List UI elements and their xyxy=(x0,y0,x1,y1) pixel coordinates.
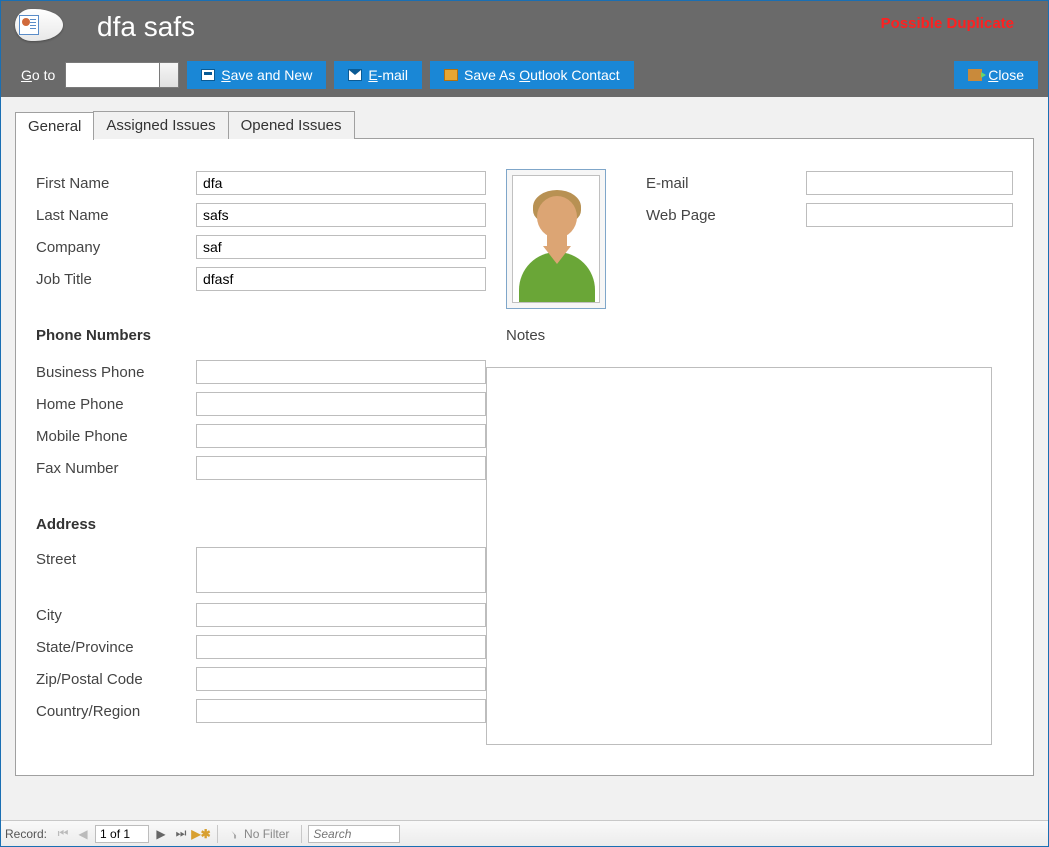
home-phone-label: Home Phone xyxy=(36,396,196,413)
contact-photo[interactable] xyxy=(506,169,606,309)
webpage-label: Web Page xyxy=(646,207,806,224)
outlook-icon xyxy=(444,69,458,81)
last-record-button[interactable]: ⏭ xyxy=(172,825,190,843)
email-button[interactable]: E-mail xyxy=(334,61,422,89)
street-field[interactable] xyxy=(196,547,486,593)
save-and-new-button[interactable]: Save and New xyxy=(187,61,326,89)
mobile-phone-field[interactable] xyxy=(196,424,486,448)
last-name-field[interactable] xyxy=(196,203,486,227)
state-field[interactable] xyxy=(196,635,486,659)
country-field[interactable] xyxy=(196,699,486,723)
tab-opened-issues[interactable]: Opened Issues xyxy=(228,111,355,139)
fax-label: Fax Number xyxy=(36,460,196,477)
business-phone-field[interactable] xyxy=(196,360,486,384)
general-panel: First Name Last Name Company Job Title P… xyxy=(15,138,1034,776)
street-label: Street xyxy=(36,547,196,568)
first-record-button[interactable]: ⏮ xyxy=(54,825,72,843)
contact-card-icon xyxy=(15,9,63,41)
city-label: City xyxy=(36,607,196,624)
chevron-down-icon xyxy=(165,72,173,77)
duplicate-warning: Possible Duplicate xyxy=(881,15,1014,32)
next-record-button[interactable]: ▶ xyxy=(152,825,170,843)
save-icon xyxy=(201,69,215,81)
email-field[interactable] xyxy=(806,171,1013,195)
notes-label: Notes xyxy=(506,327,545,344)
close-button[interactable]: Close xyxy=(954,61,1038,89)
state-label: State/Province xyxy=(36,639,196,656)
record-navigator: Record: ⏮ ◀ ▶ ⏭ ▶✱ No Filter xyxy=(1,820,1048,846)
tab-strip: General Assigned Issues Opened Issues xyxy=(15,111,1034,139)
fax-field[interactable] xyxy=(196,456,486,480)
phone-section-heading: Phone Numbers xyxy=(36,327,486,344)
new-record-button[interactable]: ▶✱ xyxy=(192,825,210,843)
city-field[interactable] xyxy=(196,603,486,627)
toolbar: Go to Save and New E-mail Save As Outloo… xyxy=(21,61,1038,89)
notes-field[interactable] xyxy=(486,367,992,745)
job-title-field[interactable] xyxy=(196,267,486,291)
page-title: dfa safs xyxy=(97,11,195,43)
goto-label: Go to xyxy=(21,67,55,83)
address-section-heading: Address xyxy=(36,516,486,533)
goto-select[interactable] xyxy=(65,62,179,88)
first-name-field[interactable] xyxy=(196,171,486,195)
email-label: E-mail xyxy=(646,175,806,192)
previous-record-button[interactable]: ◀ xyxy=(74,825,92,843)
zip-field[interactable] xyxy=(196,667,486,691)
webpage-field[interactable] xyxy=(806,203,1013,227)
business-phone-label: Business Phone xyxy=(36,364,196,381)
tab-general[interactable]: General xyxy=(15,112,94,140)
home-phone-field[interactable] xyxy=(196,392,486,416)
funnel-icon xyxy=(230,829,240,839)
content-area: General Assigned Issues Opened Issues Fi… xyxy=(1,97,1048,820)
tab-assigned-issues[interactable]: Assigned Issues xyxy=(93,111,228,139)
mobile-phone-label: Mobile Phone xyxy=(36,428,196,445)
first-name-label: First Name xyxy=(36,175,196,192)
close-door-icon xyxy=(968,69,982,81)
record-search-field[interactable] xyxy=(308,825,400,843)
no-filter-button[interactable]: No Filter xyxy=(224,827,295,841)
record-number-field[interactable] xyxy=(95,825,149,843)
job-title-label: Job Title xyxy=(36,271,196,288)
save-as-outlook-button[interactable]: Save As Outlook Contact xyxy=(430,61,634,89)
company-label: Company xyxy=(36,239,196,256)
zip-label: Zip/Postal Code xyxy=(36,671,196,688)
mail-icon xyxy=(348,69,362,81)
company-field[interactable] xyxy=(196,235,486,259)
country-label: Country/Region xyxy=(36,703,196,720)
last-name-label: Last Name xyxy=(36,207,196,224)
record-label: Record: xyxy=(5,827,47,841)
header: dfa safs Possible Duplicate Go to Save a… xyxy=(1,1,1048,97)
